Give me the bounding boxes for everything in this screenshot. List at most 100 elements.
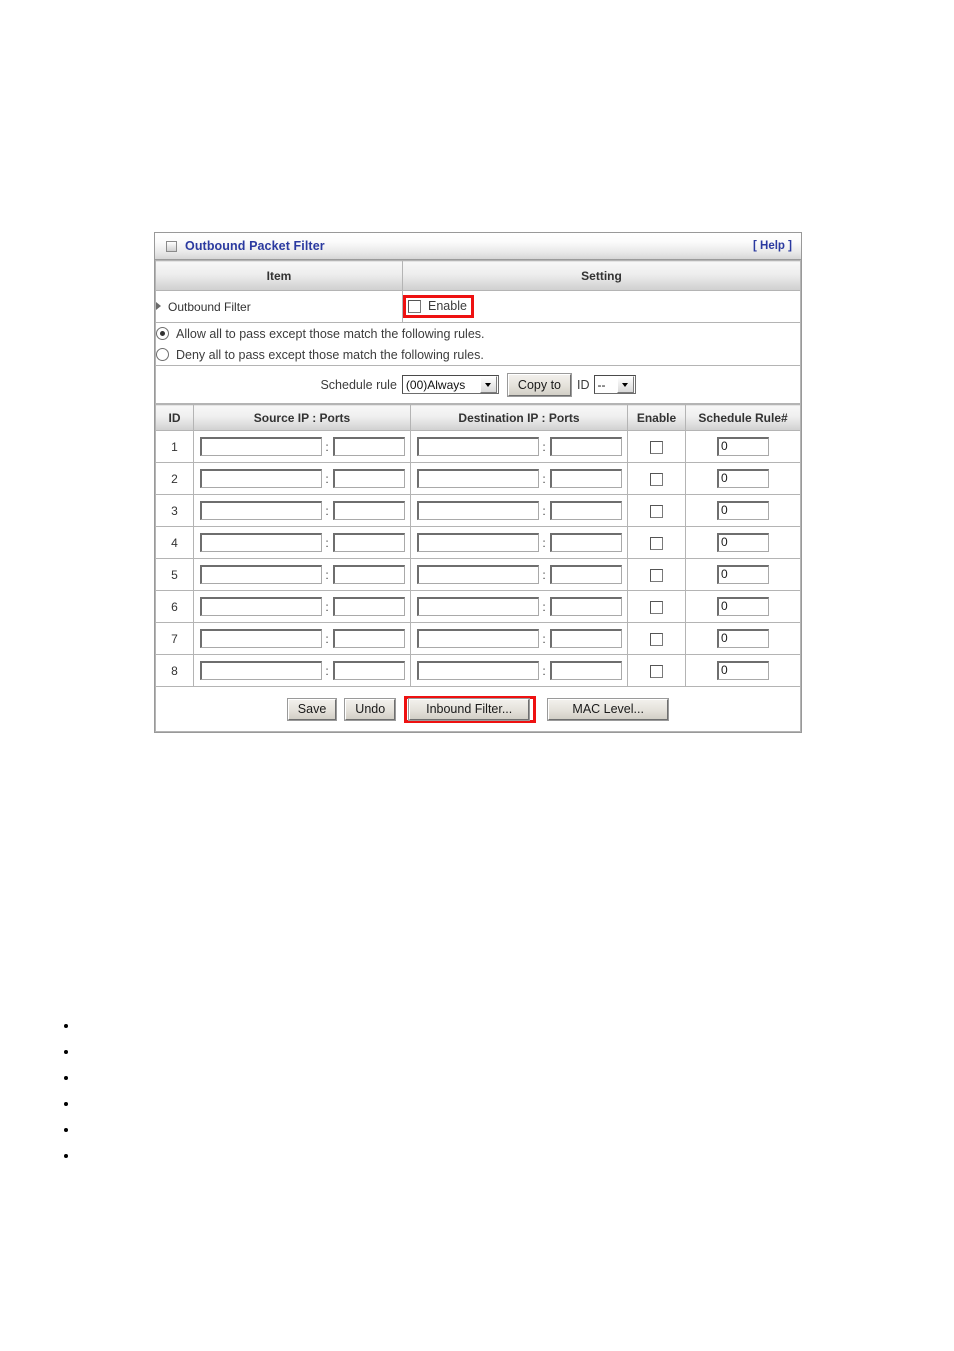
outbound-filter-setting-cell: Enable — [402, 290, 801, 323]
rule-enable-checkbox[interactable] — [650, 472, 663, 486]
help-link[interactable]: [ Help ] — [753, 240, 792, 252]
rule-enable-checkbox[interactable] — [650, 664, 663, 678]
save-button[interactable]: Save — [287, 698, 337, 720]
outbound-filter-label-cell: Outbound Filter — [155, 290, 403, 323]
policy-option-deny[interactable]: Deny all to pass except those match the … — [156, 344, 800, 365]
mac-level-button[interactable]: MAC Level... — [548, 698, 669, 720]
schedule-rule-input[interactable]: 0 — [717, 565, 769, 584]
inbound-filter-button[interactable]: Inbound Filter... — [409, 698, 530, 720]
destination-port-input[interactable] — [549, 469, 622, 488]
outbound-filter-enable-checkbox[interactable] — [408, 300, 421, 313]
outbound-filter-enable-control[interactable]: Enable — [408, 298, 467, 315]
source-port-input[interactable] — [332, 501, 405, 520]
chevron-down-icon[interactable] — [616, 376, 634, 393]
destination-port-input[interactable] — [549, 501, 622, 520]
outbound-packet-filter-panel: Outbound Packet Filter [ Help ] Item Set… — [154, 232, 802, 733]
destination-ip-input[interactable] — [416, 661, 539, 680]
footer-row: Save Undo Inbound Filter... MAC Level... — [155, 686, 801, 732]
destination-port-input[interactable] — [549, 437, 622, 456]
schedule-rule-input[interactable]: 0 — [717, 437, 769, 456]
row-schedule: 0 — [685, 654, 801, 687]
rule-enable-checkbox[interactable] — [650, 504, 663, 518]
destination-port-input[interactable] — [549, 597, 622, 616]
source-ip-input[interactable] — [199, 533, 322, 552]
source-ip-input[interactable] — [199, 469, 322, 488]
destination-separator: : — [542, 631, 546, 646]
destination-ip-input[interactable] — [416, 533, 539, 552]
rule-enable-checkbox[interactable] — [650, 568, 663, 582]
schedule-rule-input[interactable]: 0 — [717, 629, 769, 648]
row-id: 1 — [155, 430, 194, 463]
destination-port-input[interactable] — [549, 629, 622, 648]
destination-ip-input[interactable] — [416, 437, 539, 456]
row-schedule: 0 — [685, 526, 801, 559]
destination-separator: : — [542, 599, 546, 614]
source-port-input[interactable] — [332, 661, 405, 680]
schedule-bar: Schedule rule (00)Always Copy to ID -- — [320, 373, 636, 396]
destination-ip-input[interactable] — [416, 629, 539, 648]
row-id: 6 — [155, 590, 194, 623]
column-header-enable: Enable — [627, 404, 686, 431]
copy-to-id-select[interactable]: -- — [593, 375, 636, 394]
row-id: 5 — [155, 558, 194, 591]
source-ip-input[interactable] — [199, 565, 322, 584]
source-port-input[interactable] — [332, 597, 405, 616]
schedule-rule-input[interactable]: 0 — [717, 501, 769, 520]
destination-ip-input[interactable] — [416, 597, 539, 616]
source-ip-input[interactable] — [199, 661, 322, 680]
policy-allow-radio[interactable] — [156, 327, 169, 340]
schedule-rule-input[interactable]: 0 — [717, 533, 769, 552]
source-ip-input[interactable] — [199, 501, 322, 520]
rule-enable-checkbox[interactable] — [650, 632, 663, 646]
column-header-source-ip-ports: Source IP : Ports — [193, 404, 411, 431]
row-destination: : — [410, 622, 628, 655]
policy-deny-label: Deny all to pass except those match the … — [176, 347, 484, 362]
bullet-list — [60, 1018, 78, 1174]
destination-ip-input[interactable] — [416, 565, 539, 584]
policy-deny-radio[interactable] — [156, 348, 169, 361]
source-port-input[interactable] — [332, 565, 405, 584]
source-separator: : — [325, 535, 329, 550]
row-enable — [627, 590, 686, 623]
row-source: : — [193, 526, 411, 559]
rule-enable-checkbox[interactable] — [650, 536, 663, 550]
schedule-rule-selected-value: (00)Always — [405, 377, 466, 392]
destination-separator: : — [542, 471, 546, 486]
row-schedule: 0 — [685, 590, 801, 623]
row-schedule: 0 — [685, 430, 801, 463]
destination-ip-input[interactable] — [416, 501, 539, 520]
source-port-input[interactable] — [332, 469, 405, 488]
destination-port-input[interactable] — [549, 565, 622, 584]
row-destination: : — [410, 462, 628, 495]
row-source: : — [193, 462, 411, 495]
table-header-row: Item Setting — [155, 260, 801, 291]
copy-to-button[interactable]: Copy to — [507, 373, 572, 396]
source-port-input[interactable] — [332, 437, 405, 456]
row-enable — [627, 526, 686, 559]
policy-radio-row: Allow all to pass except those match the… — [155, 322, 801, 366]
item-setting-table: Item Setting Outbound Filter Enable Allo… — [155, 260, 801, 404]
schedule-rule-input[interactable]: 0 — [717, 469, 769, 488]
schedule-rule-select[interactable]: (00)Always — [401, 375, 499, 394]
window-box-icon — [166, 240, 177, 252]
page-title: Outbound Packet Filter — [185, 239, 325, 253]
rule-enable-checkbox[interactable] — [650, 440, 663, 454]
inbound-filter-highlight-box: Inbound Filter... — [404, 695, 537, 723]
source-ip-input[interactable] — [199, 629, 322, 648]
source-ip-input[interactable] — [199, 437, 322, 456]
rule-enable-checkbox[interactable] — [650, 600, 663, 614]
source-port-input[interactable] — [332, 629, 405, 648]
undo-button[interactable]: Undo — [345, 698, 396, 720]
schedule-rule-input[interactable]: 0 — [717, 661, 769, 680]
source-ip-input[interactable] — [199, 597, 322, 616]
policy-option-allow[interactable]: Allow all to pass except those match the… — [156, 323, 800, 344]
column-header-destination-ip-ports: Destination IP : Ports — [410, 404, 628, 431]
source-port-input[interactable] — [332, 533, 405, 552]
destination-ip-input[interactable] — [416, 469, 539, 488]
row-schedule: 0 — [685, 462, 801, 495]
table-row: 3 : : 0 — [155, 494, 801, 527]
destination-port-input[interactable] — [549, 533, 622, 552]
chevron-down-icon[interactable] — [479, 376, 497, 393]
schedule-rule-input[interactable]: 0 — [717, 597, 769, 616]
destination-port-input[interactable] — [549, 661, 622, 680]
